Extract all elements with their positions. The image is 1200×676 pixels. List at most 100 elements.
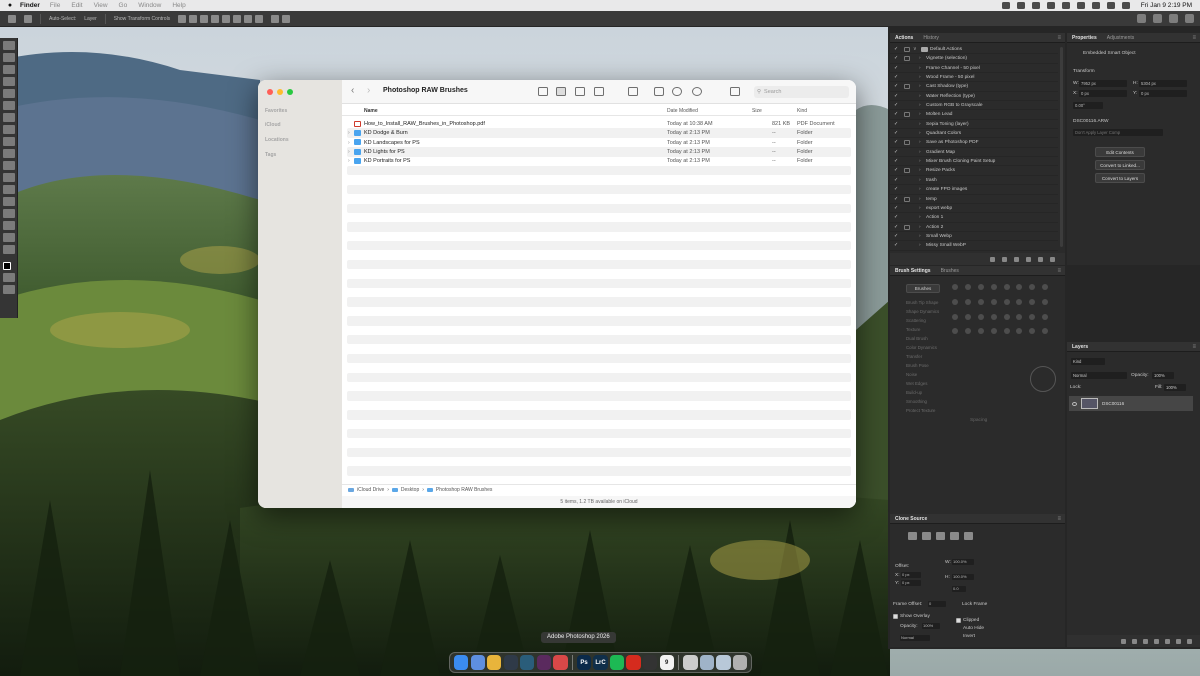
record-icon[interactable] [1002, 256, 1007, 262]
check-icon[interactable]: ✓ [894, 47, 898, 52]
h-field[interactable]: 5304 px [1139, 80, 1187, 87]
brush-tip-icon[interactable] [952, 284, 958, 290]
bluetooth-icon[interactable] [1061, 2, 1070, 9]
column-kind[interactable]: Kind [797, 108, 807, 114]
action-item[interactable]: ✓ › Small Webp [890, 232, 1058, 242]
menu-clock[interactable]: Fri Jan 9 2:19 PM [1141, 2, 1192, 9]
column-name[interactable]: Name [364, 108, 378, 114]
layer-comp-select[interactable]: Don't Apply Layer Comp [1073, 129, 1163, 136]
menu-view[interactable]: View [94, 2, 108, 9]
chevron-right-icon[interactable]: › [919, 187, 921, 192]
brush-option[interactable]: Transfer [906, 354, 922, 359]
chevron-right-icon[interactable]: › [919, 243, 921, 248]
battery-icon[interactable] [1076, 2, 1085, 9]
auto-hide-checkbox[interactable]: Auto Hide [963, 626, 984, 631]
fill-field[interactable]: 100% [1164, 384, 1186, 391]
dialog-toggle-icon[interactable] [904, 224, 910, 230]
chevron-right-icon[interactable]: › [919, 56, 921, 61]
home-icon[interactable] [8, 14, 16, 23]
status-icon[interactable] [1031, 2, 1040, 9]
clone-source-5-icon[interactable] [964, 532, 973, 540]
brushes-button[interactable]: Brushes [906, 284, 940, 293]
check-icon[interactable]: ✓ [894, 66, 898, 71]
align-icon[interactable] [222, 14, 231, 23]
check-icon[interactable]: ✓ [894, 225, 898, 230]
dialog-toggle-icon[interactable] [904, 140, 910, 146]
dialog-toggle-icon[interactable] [904, 47, 910, 52]
edit-contents-button[interactable]: Edit Contents [1095, 147, 1145, 157]
move-tool-icon[interactable] [3, 41, 15, 50]
quick-mask-icon[interactable] [3, 273, 15, 282]
chevron-right-icon[interactable]: › [919, 94, 921, 99]
scale-h-field[interactable]: 100.0% [952, 574, 974, 580]
clipped-checkbox[interactable] [956, 618, 961, 623]
brush-option[interactable]: Texture [906, 327, 920, 332]
chevron-right-icon[interactable]: › [919, 197, 921, 202]
action-item[interactable]: ✓ › Missy Small WebP [890, 241, 1058, 251]
eyedropper-tool-icon[interactable] [3, 89, 15, 98]
path-item[interactable]: iCloud Drive [357, 487, 384, 493]
brush-tip-icon[interactable] [1042, 298, 1049, 305]
brush-option[interactable]: Color Dynamics [906, 345, 937, 350]
tab-adjustments[interactable]: Adjustments [1102, 35, 1140, 41]
share-icon[interactable] [1137, 14, 1146, 23]
disclosure-arrow-icon[interactable]: › [348, 130, 350, 136]
convert-to-layers-button[interactable]: Convert to Layers [1095, 173, 1145, 183]
type-tool-icon[interactable] [3, 197, 15, 206]
align-icon[interactable] [244, 14, 253, 23]
lasso-tool-icon[interactable] [3, 65, 15, 74]
brush-tool-icon[interactable] [3, 113, 15, 122]
file-row[interactable]: › KD Portraits for PS Today at 2:13 PM -- Fo… [347, 157, 851, 166]
action-item[interactable]: ✓ › Custom RGB to Grayscale [890, 101, 1058, 111]
workspace-icon[interactable] [1185, 14, 1194, 23]
action-item[interactable]: ✓ › Quadrant Colors [890, 129, 1058, 139]
brush-tip-icon[interactable] [952, 298, 958, 305]
chevron-right-icon[interactable]: › [919, 178, 921, 183]
chevron-right-icon[interactable]: › [919, 215, 921, 220]
angle-field[interactable]: 0.00° [1073, 102, 1103, 109]
file-row[interactable]: › KD Dodge & Burn Today at 2:13 PM -- Folder [347, 128, 851, 138]
action-item[interactable]: ✓ › Molten Lead [890, 110, 1058, 120]
show-transform-controls[interactable]: Show Transform Controls [114, 16, 170, 22]
brush-tip-icon[interactable] [952, 313, 958, 320]
brush-option[interactable]: Brush Tip Shape [906, 300, 938, 305]
more-actions-icon[interactable] [692, 87, 702, 96]
brush-tip-icon[interactable] [1003, 313, 1010, 320]
brush-option[interactable]: Wet Edges [906, 381, 927, 386]
menu-window[interactable]: Window [138, 2, 161, 9]
notification-icon[interactable] [1153, 14, 1162, 23]
clone-source-3-icon[interactable] [936, 532, 945, 540]
brush-tip-icon[interactable] [1003, 328, 1010, 335]
brush-tip-icon[interactable] [964, 313, 971, 320]
chevron-right-icon[interactable]: › [919, 112, 921, 117]
filter-kind-select[interactable]: Kind [1071, 358, 1105, 365]
action-item[interactable]: ✓ › Sepia Toning (layer) [890, 120, 1058, 130]
scale-w-field[interactable]: 100.0% [952, 559, 974, 565]
brush-tip-icon[interactable] [977, 328, 984, 335]
action-item[interactable]: ✓ › Frame Channel - 50 pixel [890, 64, 1058, 74]
brush-option[interactable]: Build-up [906, 390, 922, 395]
mail-icon[interactable] [470, 655, 485, 670]
new-layer-icon[interactable] [1176, 638, 1181, 644]
brush-tip-icon[interactable] [1016, 328, 1023, 335]
sidebar-section-locations[interactable]: Locations [265, 137, 289, 143]
status-icon[interactable] [1001, 2, 1010, 9]
acrobat-icon[interactable] [626, 655, 641, 670]
app-icon-1[interactable] [503, 655, 518, 670]
brush-option[interactable]: Dual Brush [906, 336, 928, 341]
sidebar-section-tags[interactable]: Tags [265, 152, 276, 158]
brush-tip-icon[interactable] [990, 284, 997, 290]
brush-tip-icon[interactable] [990, 313, 997, 320]
list-view-icon[interactable] [556, 87, 566, 96]
scrollbar[interactable] [1060, 47, 1063, 247]
brush-tip-icon[interactable] [1016, 313, 1023, 320]
angle-field[interactable]: 0.0 [952, 586, 966, 592]
brush-tip-icon[interactable] [1042, 328, 1049, 335]
brush-tip-icon[interactable] [990, 298, 997, 305]
action-set[interactable]: ✓ ∨ Default Actions [890, 45, 1058, 55]
gallery-view-icon[interactable] [594, 87, 604, 96]
chevron-right-icon[interactable]: › [919, 168, 921, 173]
brush-option[interactable]: Smoothing [906, 399, 927, 404]
brush-tip-icon[interactable] [964, 284, 971, 290]
tab-layers[interactable]: Layers [1067, 344, 1093, 350]
